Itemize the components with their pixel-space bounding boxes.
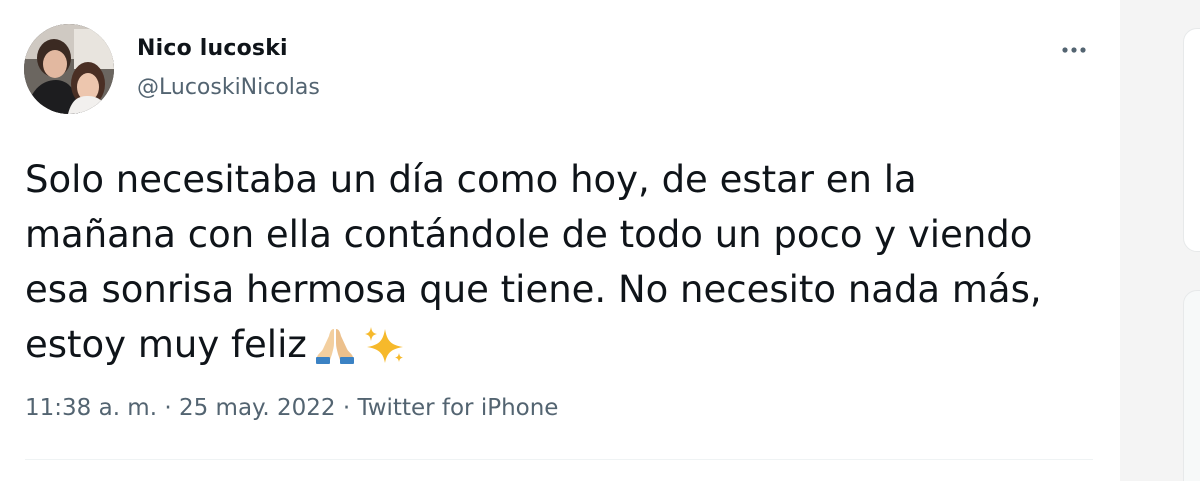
tweet-source[interactable]: Twitter for iPhone <box>357 395 558 421</box>
sidebar-card <box>1183 28 1200 252</box>
meta-separator: · <box>157 395 179 421</box>
avatar-photo <box>24 24 114 114</box>
display-name[interactable]: Nico lucoski <box>137 36 288 61</box>
tweet-metadata: 11:38 a. m. · 25 may. 2022 · Twitter for… <box>25 395 558 421</box>
avatar[interactable] <box>24 24 114 114</box>
tweet-date[interactable]: 25 may. 2022 <box>179 395 336 421</box>
tweet-text-line-4: estoy muy feliz <box>25 323 307 366</box>
tweet-card: Nico lucoski @LucoskiNicolas Solo necesi… <box>0 0 1120 481</box>
tweet-text-line-1: Solo necesitaba un día como hoy, de esta… <box>25 158 917 201</box>
more-options-icon <box>1062 47 1086 53</box>
tweet-time[interactable]: 11:38 a. m. <box>25 395 157 421</box>
tweet-text-line-2: mañana con ella contándole de todo un po… <box>25 213 1033 256</box>
divider <box>25 459 1093 460</box>
meta-separator: · <box>335 395 358 421</box>
sidebar-card <box>1183 290 1200 481</box>
tweet-text: Solo necesitaba un día como hoy, de esta… <box>25 152 1095 380</box>
folded-hands-icon <box>313 325 357 380</box>
page: Nico lucoski @LucoskiNicolas Solo necesi… <box>0 0 1200 481</box>
user-handle[interactable]: @LucoskiNicolas <box>137 75 320 100</box>
tweet-text-line-3: esa sonrisa hermosa que tiene. No necesi… <box>25 268 1042 311</box>
more-options-button[interactable] <box>1054 35 1094 65</box>
sparkles-icon <box>363 325 407 380</box>
